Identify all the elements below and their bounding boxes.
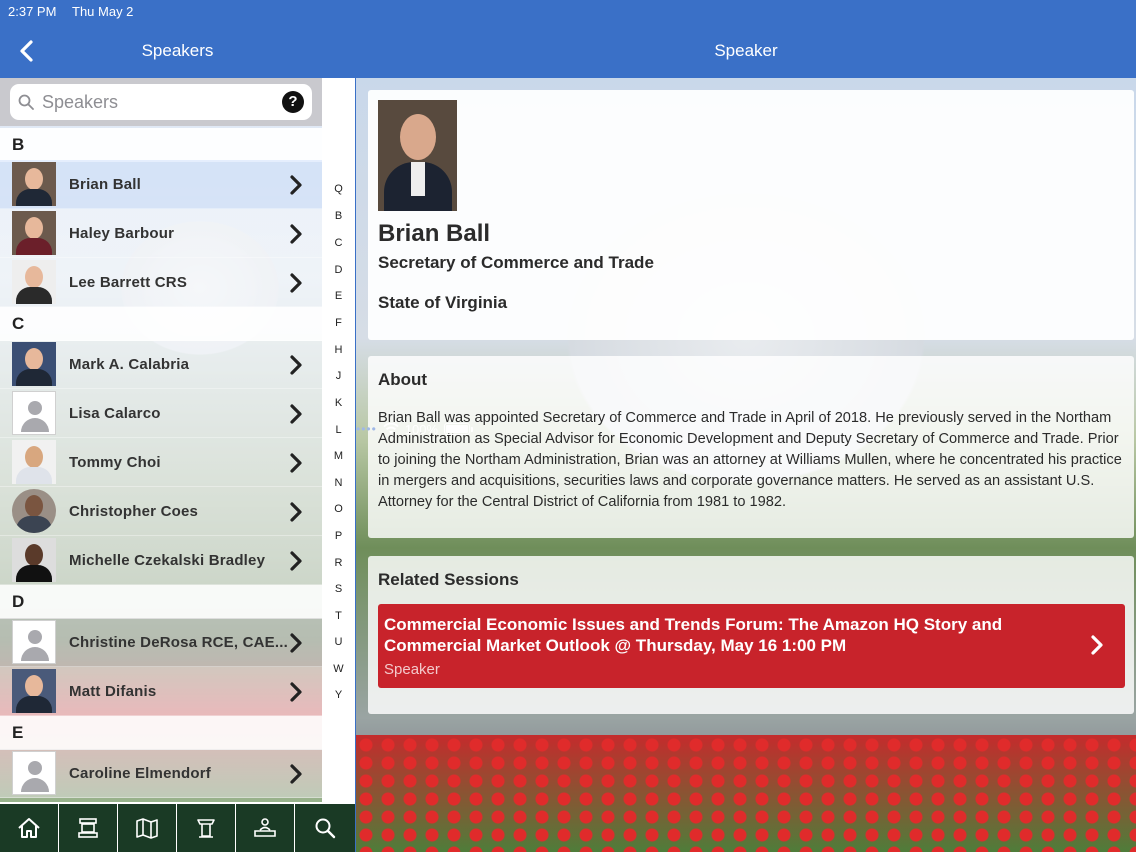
status-right: •••• 100% [356, 3, 1136, 852]
map-icon [136, 818, 158, 839]
chevron-right-icon [290, 355, 302, 375]
chevron-right-icon [290, 273, 302, 293]
avatar-placeholder-icon [12, 391, 56, 435]
avatar [12, 162, 56, 206]
list-item[interactable]: Haley Barbour [0, 209, 322, 258]
index-letter[interactable]: R [322, 557, 355, 569]
index-letter[interactable]: F [322, 317, 355, 329]
status-bar: 2:37 PM Thu May 2 •••• 100% [0, 0, 1136, 437]
section-header-d: D [0, 585, 322, 619]
status-time: 2:37 PM [8, 4, 57, 19]
index-letter[interactable]: K [322, 397, 355, 409]
section-header-c: C [0, 307, 322, 341]
speaker-name: Michelle Czekalski Bradley [69, 552, 266, 569]
list-item[interactable]: Lee Barrett CRS [0, 258, 322, 307]
avatar [12, 211, 56, 255]
avatar [12, 538, 56, 582]
speaker-name: Lee Barrett CRS [69, 274, 188, 291]
tab-home[interactable] [0, 804, 59, 852]
search-icon [18, 94, 34, 110]
index-letter[interactable]: Y [322, 689, 355, 701]
index-letter[interactable]: M [322, 450, 355, 462]
index-letter[interactable]: W [322, 663, 355, 675]
speaker-name: Christopher Coes [69, 503, 199, 520]
list-item[interactable]: Christine DeRosa RCE, CAE... [0, 618, 322, 667]
exhibit-booth-icon [78, 818, 98, 838]
index-letter[interactable]: T [322, 610, 355, 622]
index-letter[interactable]: N [322, 477, 355, 489]
chevron-right-icon [290, 682, 302, 702]
speaker-name: Mark A. Calabria [69, 356, 190, 373]
tab-bar [0, 802, 355, 852]
index-letter[interactable]: U [322, 636, 355, 648]
list-item[interactable]: Mark A. Calabria [0, 340, 322, 389]
index-letter[interactable]: O [322, 503, 355, 515]
chevron-right-icon [290, 502, 302, 522]
speakers-pane: Speakers Speakers ? B Brian Ball Haley B… [0, 0, 355, 852]
index-letter[interactable]: Q [322, 183, 355, 195]
status-date: Thu May 2 [72, 4, 134, 19]
chevron-right-icon [290, 764, 302, 784]
index-letter[interactable]: J [322, 370, 355, 382]
home-icon [18, 818, 40, 838]
chevron-right-icon [290, 224, 302, 244]
avatar [12, 489, 56, 533]
search-input[interactable]: Speakers ? [10, 84, 312, 120]
tab-search[interactable] [295, 804, 354, 852]
tab-map[interactable] [118, 804, 177, 852]
speaker-name: Caroline Elmendorf [69, 765, 211, 782]
index-letter[interactable]: C [322, 237, 355, 249]
search-icon [315, 818, 335, 839]
alphabet-index[interactable]: Q B C D E F H J K L M N O P R S T U W Y [322, 78, 355, 802]
speakers-title: Speakers [141, 41, 214, 60]
tab-sessions[interactable] [177, 804, 236, 852]
chevron-right-icon [290, 453, 302, 473]
index-letter[interactable]: E [322, 290, 355, 302]
tab-exhibitors[interactable] [59, 804, 118, 852]
battery-icon [444, 423, 474, 435]
list-item[interactable]: Christopher Coes [0, 487, 322, 536]
list-item[interactable]: Tommy Choi [0, 438, 322, 487]
chevron-right-icon [290, 175, 302, 195]
speaker-list[interactable]: Speakers ? B Brian Ball Haley Barbour Le… [0, 78, 322, 802]
chevron-right-icon [290, 404, 302, 424]
avatar [12, 669, 56, 713]
chevron-right-icon [290, 633, 302, 653]
search-placeholder: Speakers [42, 92, 119, 112]
index-letter[interactable]: S [322, 583, 355, 595]
wifi-icon [383, 423, 399, 434]
index-letter[interactable]: H [322, 344, 355, 356]
speaker-name: Lisa Calarco [69, 405, 161, 422]
index-letter[interactable]: D [322, 264, 355, 276]
tab-attendees[interactable] [236, 804, 295, 852]
list-item[interactable]: Caroline Elmendorf [0, 749, 322, 798]
attendee-icon [254, 818, 276, 837]
search-bar: Speakers ? [0, 78, 322, 126]
avatar [12, 440, 56, 484]
avatar [12, 260, 56, 304]
index-letter[interactable]: P [322, 530, 355, 542]
speaker-name: Christine DeRosa RCE, CAE... [69, 634, 288, 651]
list-item[interactable]: Matt Difanis [0, 667, 322, 716]
speaker-name: Matt Difanis [69, 683, 157, 700]
section-header-b: B [0, 128, 322, 162]
battery-percent: 100% [404, 421, 439, 437]
list-item[interactable]: Michelle Czekalski Bradley [0, 536, 322, 585]
chevron-right-icon [290, 551, 302, 571]
podium-icon [197, 819, 215, 838]
index-letter[interactable]: B [322, 210, 355, 222]
avatar-placeholder-icon [12, 751, 56, 795]
speaker-name: Brian Ball [69, 176, 142, 193]
speaker-name: Haley Barbour [69, 225, 175, 242]
multitasking-dots-icon: •••• [356, 422, 377, 436]
list-item[interactable]: Brian Ball [0, 160, 322, 209]
section-header-e: E [0, 716, 322, 750]
help-icon[interactable]: ? [282, 91, 304, 113]
index-letter[interactable]: L [322, 424, 355, 436]
speaker-name: Tommy Choi [69, 454, 161, 471]
avatar-placeholder-icon [12, 620, 56, 664]
avatar [12, 342, 56, 386]
list-item[interactable]: Lisa Calarco [0, 389, 322, 438]
